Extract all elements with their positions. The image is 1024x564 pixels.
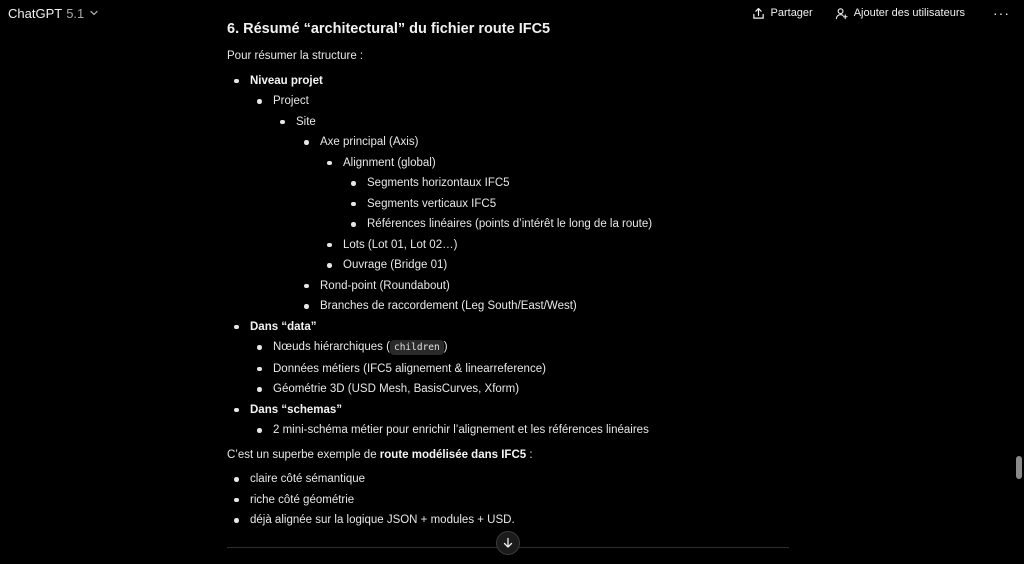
list-item: Rond-point (Roundabout)	[297, 276, 792, 297]
list-item: 2 mini-schéma métier pour enrichir l’ali…	[250, 420, 792, 441]
list-item: Dans “schemas”	[227, 400, 792, 421]
scrollbar-thumb[interactable]	[1016, 456, 1022, 479]
summary-list: claire côté sémantique riche côté géomét…	[227, 469, 792, 531]
add-users-button[interactable]: Ajouter des utilisateurs	[835, 7, 965, 20]
list-item: Segments horizontaux IFC5	[344, 173, 792, 194]
section-heading: 6. Résumé “architectural” du fichier rou…	[227, 21, 551, 37]
list-item: Lots (Lot 01, Lot 02…)	[320, 235, 792, 256]
add-user-icon	[835, 7, 848, 19]
list-item: Données métiers (IFC5 alignement & linea…	[250, 359, 792, 380]
assistant-message: 6. Résumé “architectural” du fichier rou…	[227, 18, 792, 531]
summary-bold: route modélisée dans IFC5	[379, 448, 527, 461]
model-name: ChatGPT	[8, 5, 63, 21]
list-item: Géométrie 3D (USD Mesh, BasisCurves, Xfo…	[250, 379, 792, 400]
more-icon[interactable]: ···	[987, 5, 1016, 21]
list-item: Ouvrage (Bridge 01)	[320, 255, 792, 276]
list-item: Segments verticaux IFC5	[344, 194, 792, 215]
list-item: Alignment (global)	[320, 153, 792, 174]
list-item: Site	[273, 112, 792, 133]
list-item: déjà alignée sur la logique JSON + modul…	[227, 510, 792, 531]
list-item: claire côté sémantique	[227, 469, 792, 490]
list-item: Axe principal (Axis)	[297, 132, 792, 153]
chevron-down-icon	[90, 10, 98, 16]
model-version: 5.1	[66, 5, 85, 21]
scrollbar[interactable]	[1014, 26, 1024, 564]
arrow-down-icon	[503, 537, 513, 548]
inline-code: children	[389, 340, 444, 355]
list-item-text: Nœuds hiérarchiques (	[273, 341, 390, 353]
list-item: Project	[250, 91, 792, 112]
list-item: Références linéaires (points d’intérêt l…	[344, 214, 792, 235]
list-item: Niveau projet	[227, 71, 792, 92]
summary-text-end: :	[526, 448, 533, 461]
intro-paragraph: Pour résumer la structure :	[227, 50, 364, 62]
list-item: Dans “data”	[227, 317, 792, 338]
model-selector[interactable]: ChatGPT 5.1	[8, 6, 100, 21]
list-item-text: )	[443, 341, 448, 353]
summary-paragraph: C’est un superbe exemple de route modéli…	[227, 445, 792, 466]
list-item: Branches de raccordement (Leg South/East…	[297, 296, 792, 317]
summary-text: C’est un superbe exemple de	[227, 448, 380, 461]
scroll-down-button[interactable]	[496, 531, 520, 555]
add-users-label: Ajouter des utilisateurs	[853, 7, 965, 19]
list-item: riche côté géométrie	[227, 490, 792, 511]
structure-tree: Niveau projet Project Site Axe principal…	[227, 71, 792, 441]
list-item: Nœuds hiérarchiques (children)	[250, 337, 792, 359]
